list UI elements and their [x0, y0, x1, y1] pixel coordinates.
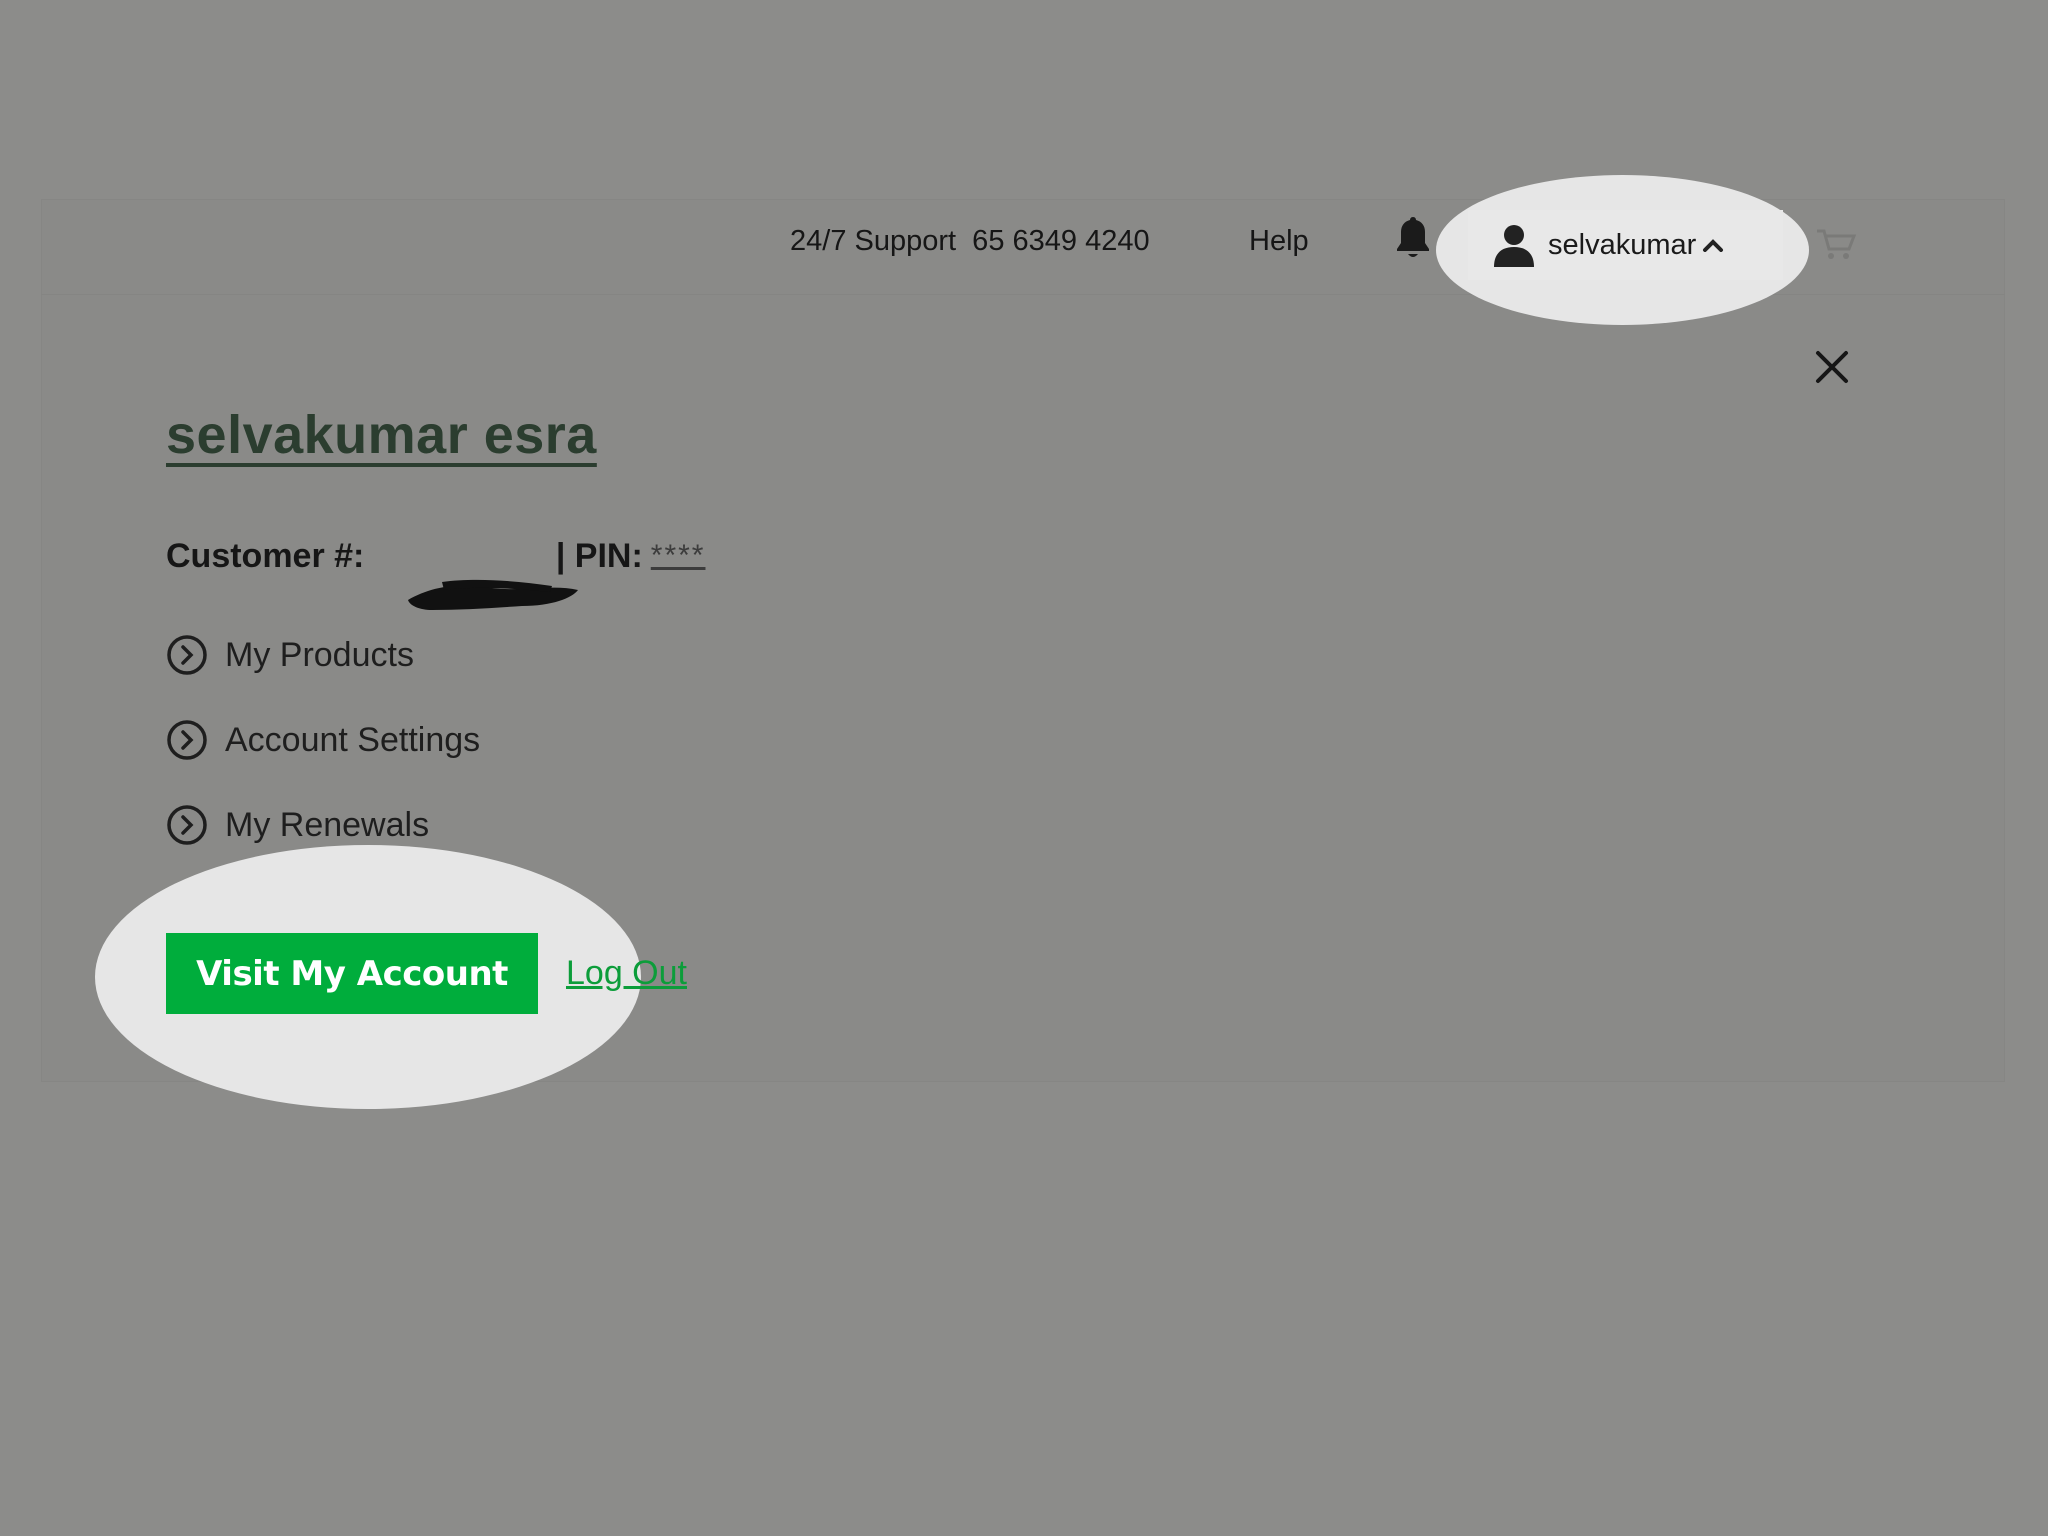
- close-icon[interactable]: [1810, 345, 1854, 389]
- visit-my-account-button[interactable]: Visit My Account: [166, 933, 538, 1014]
- log-out-link[interactable]: Log Out: [566, 953, 687, 993]
- pin-value[interactable]: ****: [651, 536, 706, 576]
- bell-icon[interactable]: [1395, 215, 1431, 261]
- customer-info: Customer #: | PIN: ****: [166, 536, 706, 610]
- redacted-customer-number: [364, 536, 579, 610]
- pin-label: PIN:: [574, 537, 643, 575]
- cart-icon[interactable]: [1815, 227, 1857, 261]
- menu-item-my-renewals[interactable]: My Renewals: [166, 804, 429, 846]
- menu-item-account-settings[interactable]: Account Settings: [166, 719, 480, 761]
- menu-item-label: Account Settings: [225, 721, 481, 759]
- account-full-name[interactable]: selvakumar esra: [166, 404, 597, 466]
- menu-item-label: My Renewals: [225, 806, 430, 844]
- customer-number-label: Customer #:: [166, 537, 365, 575]
- person-icon: [1494, 225, 1534, 267]
- chevron-circle-icon: [167, 635, 207, 675]
- username-label: selvakumar: [1548, 228, 1697, 261]
- user-menu-button[interactable]: selvakumar: [1468, 210, 1783, 280]
- menu-item-my-products[interactable]: My Products: [166, 634, 414, 676]
- support-phone-text[interactable]: 24/7 Support 65 6349 4240: [790, 224, 1150, 258]
- chevron-up-icon: [1703, 239, 1724, 252]
- menu-item-label: My Products: [225, 636, 414, 674]
- chevron-circle-icon: [167, 805, 207, 845]
- info-separator: |: [546, 537, 575, 575]
- chevron-circle-icon: [167, 720, 207, 760]
- help-link[interactable]: Help: [1249, 224, 1309, 258]
